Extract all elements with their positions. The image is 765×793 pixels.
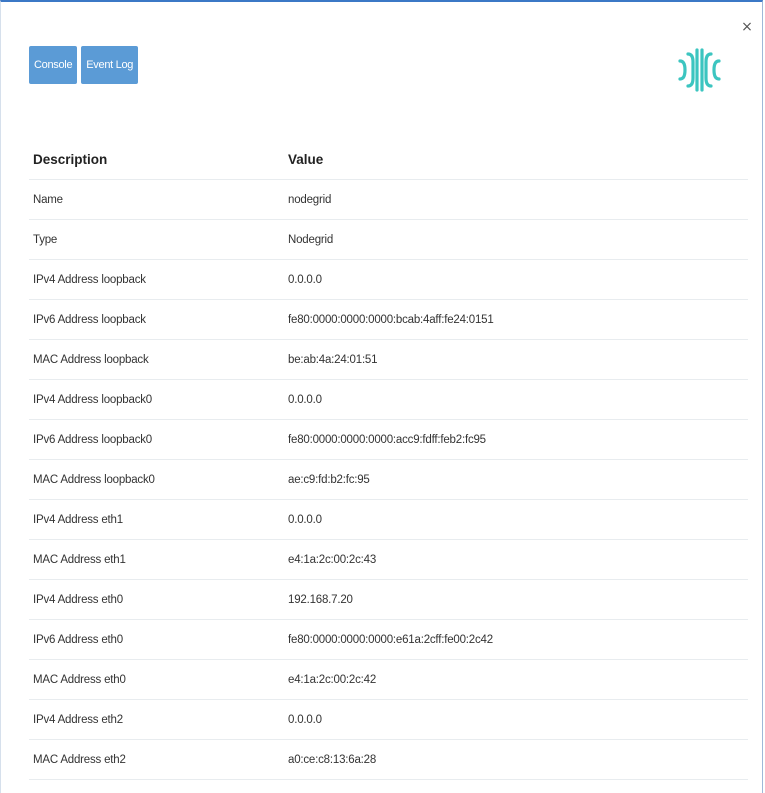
- table-row: MAC Address eth1 e4:1a:2c:00:2c:43: [29, 540, 748, 580]
- event-log-button[interactable]: Event Log: [81, 46, 139, 84]
- row-value: fe80:0000:0000:0000:acc9:fdff:feb2:fc95: [288, 433, 486, 446]
- row-value: Nodegrid: [288, 233, 334, 246]
- row-value: 0.0.0.0: [288, 393, 322, 406]
- table-row: MAC Address loopback0 ae:c9:fd:b2:fc:95: [29, 460, 748, 500]
- table-row: MAC Address loopback be:ab:4a:24:01:51: [29, 340, 748, 380]
- column-header-description: Description: [33, 152, 108, 167]
- row-value: ae:c9:fd:b2:fc:95: [288, 473, 370, 486]
- row-description: IPv6 Address loopback: [33, 313, 146, 326]
- row-description: MAC Address eth2: [33, 753, 126, 766]
- table-row: Name nodegrid: [29, 180, 748, 220]
- close-icon[interactable]: ×: [740, 20, 754, 34]
- row-value: fe80:0000:0000:0000:e61a:2cff:fe00:2c42: [288, 633, 493, 646]
- system-info-dialog: × Console Event Log Description Value Na…: [0, 0, 763, 793]
- row-description: Name: [33, 193, 63, 206]
- toolbar: Console Event Log: [29, 46, 139, 84]
- table-row: IPv6 Address loopback fe80:0000:0000:0000…: [29, 300, 748, 340]
- table-row: MAC Address eth0 e4:1a:2c:00:2c:42: [29, 660, 748, 700]
- table-row: IPv6 Address eth0 fe80:0000:0000:0000:e61…: [29, 620, 748, 660]
- row-description: IPv4 Address eth1: [33, 513, 123, 526]
- table-row: IPv4 Address eth2 0.0.0.0: [29, 700, 748, 740]
- details-table: Description Value Name nodegrid Type Nodegr…: [29, 140, 748, 780]
- zpe-logo-icon: [676, 48, 722, 92]
- row-value: e4:1a:2c:00:2c:43: [288, 553, 377, 566]
- row-value: a0:ce:c8:13:6a:28: [288, 753, 377, 766]
- table-row: Type Nodegrid: [29, 220, 748, 260]
- row-description: MAC Address loopback0: [33, 473, 155, 486]
- table-row: IPv4 Address loopback 0.0.0.0: [29, 260, 748, 300]
- row-description: IPv4 Address eth2: [33, 713, 123, 726]
- table-row: IPv4 Address loopback0 0.0.0.0: [29, 380, 748, 420]
- console-button[interactable]: Console: [29, 46, 78, 84]
- row-description: IPv4 Address eth0: [33, 593, 123, 606]
- table-row: MAC Address eth2 a0:ce:c8:13:6a:28: [29, 740, 748, 780]
- row-description: Type: [33, 233, 58, 246]
- row-value: e4:1a:2c:00:2c:42: [288, 673, 377, 686]
- row-description: IPv6 Address eth0: [33, 633, 123, 646]
- row-value: 0.0.0.0: [288, 273, 322, 286]
- row-value: nodegrid: [288, 193, 332, 206]
- table-row: IPv6 Address loopback0 fe80:0000:0000:000…: [29, 420, 748, 460]
- table-header: Description Value: [29, 140, 748, 180]
- row-description: MAC Address eth0: [33, 673, 126, 686]
- table-row: IPv4 Address eth1 0.0.0.0: [29, 500, 748, 540]
- table-row: IPv4 Address eth0 192.168.7.20: [29, 580, 748, 620]
- column-header-value: Value: [288, 152, 324, 167]
- row-value: fe80:0000:0000:0000:bcab:4aff:fe24:0151: [288, 313, 494, 326]
- row-value: 192.168.7.20: [288, 593, 353, 606]
- row-value: 0.0.0.0: [288, 713, 322, 726]
- row-description: MAC Address loopback: [33, 353, 149, 366]
- row-value: 0.0.0.0: [288, 513, 322, 526]
- row-description: IPv6 Address loopback0: [33, 433, 152, 446]
- row-description: IPv4 Address loopback: [33, 273, 146, 286]
- row-description: IPv4 Address loopback0: [33, 393, 152, 406]
- row-value: be:ab:4a:24:01:51: [288, 353, 378, 366]
- row-description: MAC Address eth1: [33, 553, 126, 566]
